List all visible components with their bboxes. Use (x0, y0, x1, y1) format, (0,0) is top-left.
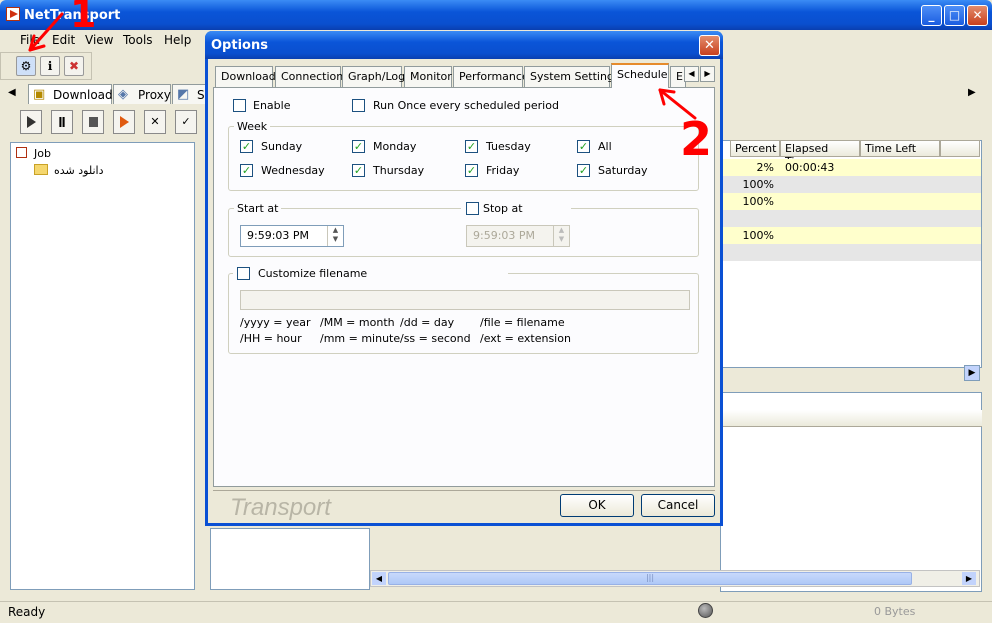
annotation-number-1: 1 (70, 0, 97, 36)
annotation-number-2: 2 (680, 112, 713, 166)
tab-schedule[interactable]: Schedule (611, 63, 669, 88)
annotation-arrow-1 (28, 12, 64, 52)
annotation-overlay (28, 12, 697, 120)
